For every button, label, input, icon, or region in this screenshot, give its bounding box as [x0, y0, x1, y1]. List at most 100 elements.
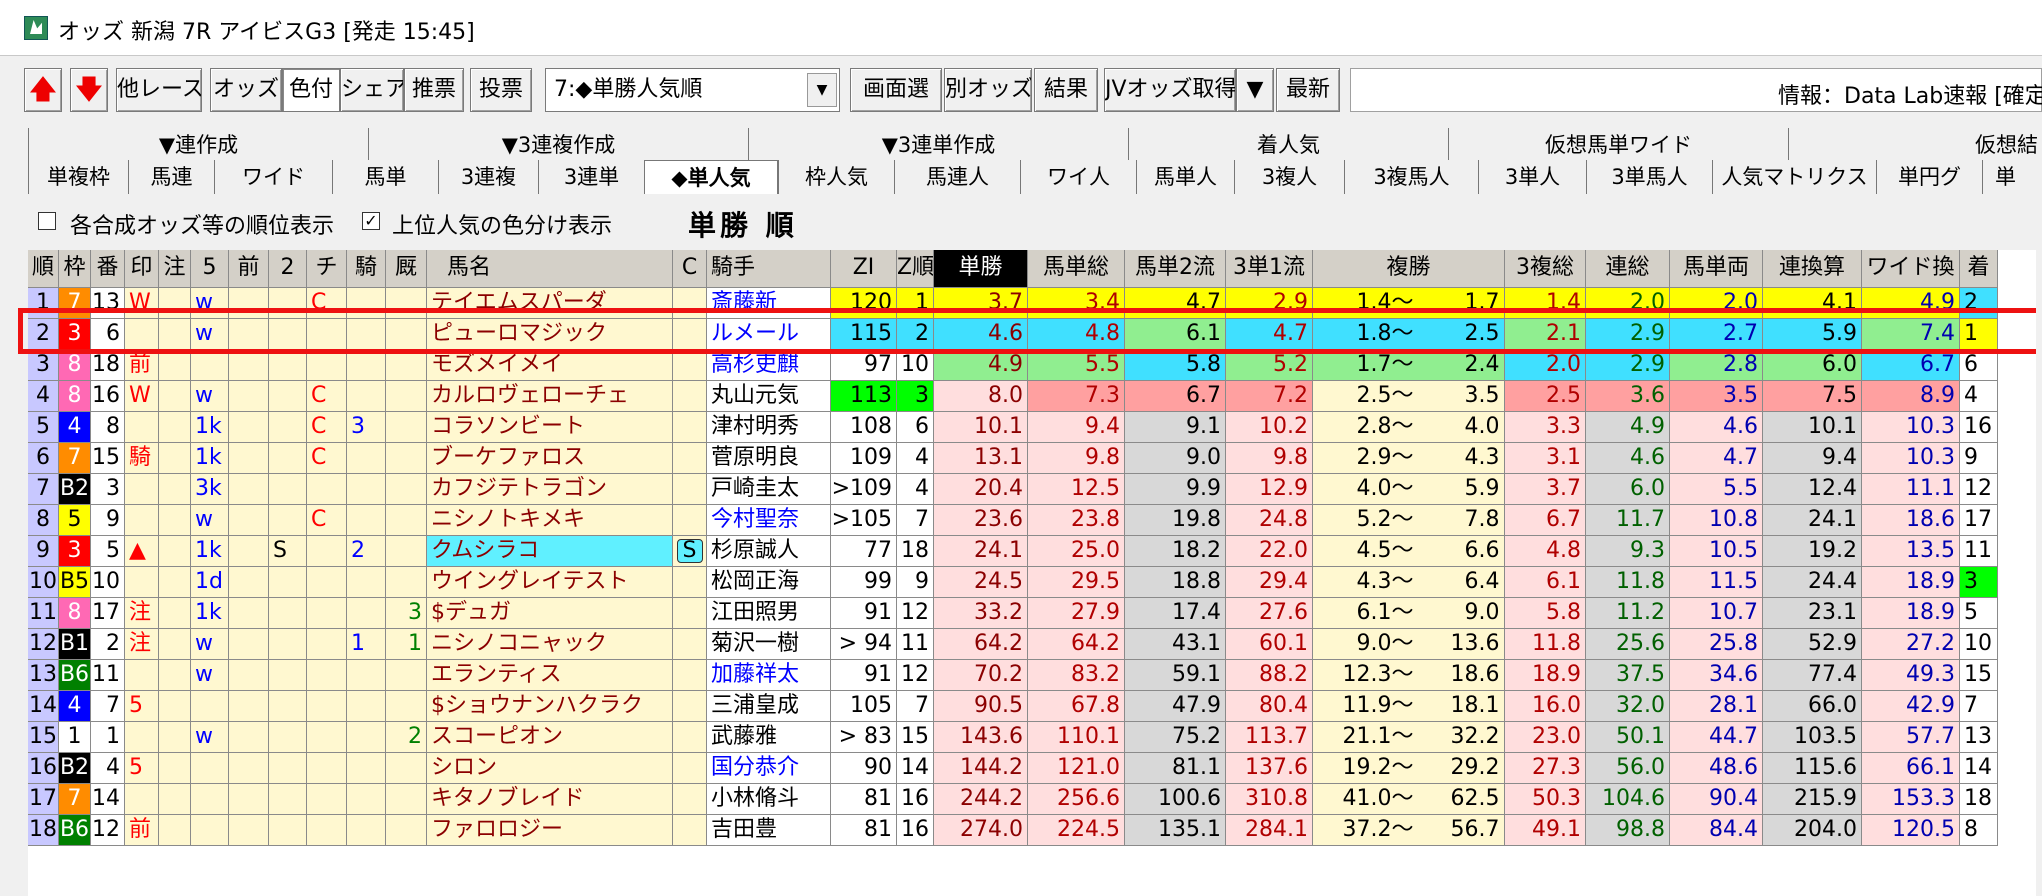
two-cell[interactable] — [269, 319, 307, 350]
two-cell[interactable] — [269, 598, 307, 629]
zrank-cell[interactable]: 11 — [897, 629, 934, 660]
jockey-cell[interactable]: 丸山元気 — [707, 381, 831, 412]
chi-cell[interactable]: C — [307, 505, 347, 536]
chi-cell[interactable] — [307, 350, 347, 381]
santan-1ryu-cell[interactable]: 7.2 — [1226, 381, 1313, 412]
umaban-cell[interactable]: 3 — [91, 474, 125, 505]
kyu-cell[interactable]: 3 — [386, 598, 427, 629]
column-header-umatan-sou[interactable]: 馬単総 — [1028, 250, 1125, 288]
santan-1ryu-cell[interactable]: 2.9 — [1226, 288, 1313, 319]
five-cell[interactable]: w — [191, 288, 229, 319]
horse-name-cell[interactable]: ニシノトキメキ — [427, 505, 673, 536]
umatan-sou-cell[interactable]: 9.4 — [1028, 412, 1125, 443]
zrank-cell[interactable]: 4 — [897, 474, 934, 505]
mae-cell[interactable] — [229, 536, 269, 567]
santan-1ryu-cell[interactable]: 24.8 — [1226, 505, 1313, 536]
chi-cell[interactable]: C — [307, 288, 347, 319]
umatan-ryo-cell[interactable]: 2.0 — [1670, 288, 1763, 319]
chi-cell[interactable] — [307, 660, 347, 691]
rank-display-checkbox[interactable] — [38, 212, 56, 230]
renkansan-cell[interactable]: 24.1 — [1763, 505, 1862, 536]
umatan-2ryu-cell[interactable]: 9.9 — [1125, 474, 1226, 505]
fukusho-cell[interactable]: 21.1～ 32.2 — [1313, 722, 1505, 753]
santan-1ryu-cell[interactable]: 284.1 — [1226, 815, 1313, 846]
view-select[interactable]: 7:◆単勝人気順 ▼ — [545, 68, 840, 112]
tab-umaren[interactable]: 馬連 — [128, 160, 214, 194]
mae-cell[interactable] — [229, 567, 269, 598]
wide-kan-cell[interactable]: 57.7 — [1862, 722, 1960, 753]
tab-group-chaku-ninki[interactable]: 着人気 — [1128, 128, 1448, 162]
rensou-cell[interactable]: 2.9 — [1586, 350, 1670, 381]
column-header-tansho[interactable]: 単勝 — [934, 250, 1028, 288]
c-cell[interactable] — [673, 412, 707, 443]
umatan-2ryu-cell[interactable]: 135.1 — [1125, 815, 1226, 846]
five-cell[interactable]: 1k — [191, 412, 229, 443]
umatan-sou-cell[interactable]: 12.5 — [1028, 474, 1125, 505]
note-cell[interactable] — [159, 815, 191, 846]
two-cell[interactable] — [269, 753, 307, 784]
umatan-ryo-cell[interactable]: 10.7 — [1670, 598, 1763, 629]
tab-waku-ninki[interactable]: 枠人気 — [778, 160, 894, 194]
tab-sanpuku-uma-ninki[interactable]: 3複馬人 — [1344, 160, 1478, 194]
renkansan-cell[interactable]: 77.4 — [1763, 660, 1862, 691]
waku-cell[interactable]: B6 — [59, 815, 91, 846]
tab-group-ren[interactable]: ▼連作成 — [28, 128, 368, 162]
horse-name-cell[interactable]: モズメイメイ — [427, 350, 673, 381]
horse-name-cell[interactable]: スコーピオン — [427, 722, 673, 753]
umaban-cell[interactable]: 11 — [91, 660, 125, 691]
tansho-cell[interactable]: 143.6 — [934, 722, 1028, 753]
jockey-cell[interactable]: ルメール — [707, 319, 831, 350]
mark-cell[interactable]: 前 — [125, 815, 159, 846]
zi-cell[interactable]: 99 — [831, 567, 897, 598]
santan-1ryu-cell[interactable]: 29.4 — [1226, 567, 1313, 598]
zrank-cell[interactable]: 14 — [897, 753, 934, 784]
zi-cell[interactable]: 108 — [831, 412, 897, 443]
rank-cell[interactable]: 9 — [28, 536, 59, 567]
c-cell[interactable] — [673, 815, 707, 846]
fukusho-cell[interactable]: 5.2～ 7.8 — [1313, 505, 1505, 536]
mark-cell[interactable] — [125, 474, 159, 505]
umaban-cell[interactable]: 6 — [91, 319, 125, 350]
chi-cell[interactable] — [307, 536, 347, 567]
note-cell[interactable] — [159, 474, 191, 505]
mae-cell[interactable] — [229, 474, 269, 505]
fukusho-cell[interactable]: 4.0～ 5.9 — [1313, 474, 1505, 505]
horse-name-cell[interactable]: ウイングレイテスト — [427, 567, 673, 598]
sanpuku-sou-cell[interactable]: 6.7 — [1505, 505, 1586, 536]
chevron-down-icon[interactable]: ▼ — [807, 73, 837, 107]
zi-cell[interactable]: 97 — [831, 350, 897, 381]
jockey-cell[interactable]: 国分恭介 — [707, 753, 831, 784]
kyu-cell[interactable] — [386, 815, 427, 846]
latest-button[interactable]: 最新 — [1276, 68, 1340, 112]
santan-1ryu-cell[interactable]: 5.2 — [1226, 350, 1313, 381]
ki-cell[interactable] — [347, 753, 386, 784]
umatan-sou-cell[interactable]: 4.8 — [1028, 319, 1125, 350]
chaku-cell[interactable]: 6 — [1960, 350, 1998, 381]
c-cell[interactable] — [673, 319, 707, 350]
umatan-ryo-cell[interactable]: 84.4 — [1670, 815, 1763, 846]
screen-select-button[interactable]: 画面選 — [850, 68, 942, 112]
chaku-cell[interactable]: 4 — [1960, 381, 1998, 412]
column-header-umaban[interactable]: 番 — [91, 250, 125, 288]
zi-cell[interactable]: 77 — [831, 536, 897, 567]
column-header-rank[interactable]: 順 — [28, 250, 59, 288]
waku-cell[interactable]: 3 — [59, 536, 91, 567]
kyu-cell[interactable] — [386, 381, 427, 412]
umatan-sou-cell[interactable]: 67.8 — [1028, 691, 1125, 722]
mark-cell[interactable] — [125, 784, 159, 815]
fukusho-cell[interactable]: 6.1～ 9.0 — [1313, 598, 1505, 629]
chi-cell[interactable]: C — [307, 381, 347, 412]
horse-name-cell[interactable]: シロン — [427, 753, 673, 784]
two-cell[interactable] — [269, 381, 307, 412]
column-header-mark[interactable]: 印 — [125, 250, 159, 288]
c-cell[interactable] — [673, 288, 707, 319]
five-cell[interactable]: w — [191, 505, 229, 536]
mae-cell[interactable] — [229, 350, 269, 381]
fukusho-cell[interactable]: 19.2～ 29.2 — [1313, 753, 1505, 784]
jockey-cell[interactable]: 加藤祥太 — [707, 660, 831, 691]
kyu-cell[interactable] — [386, 288, 427, 319]
horse-name-cell[interactable]: エランティス — [427, 660, 673, 691]
two-cell[interactable] — [269, 350, 307, 381]
ki-cell[interactable] — [347, 660, 386, 691]
two-cell[interactable] — [269, 412, 307, 443]
